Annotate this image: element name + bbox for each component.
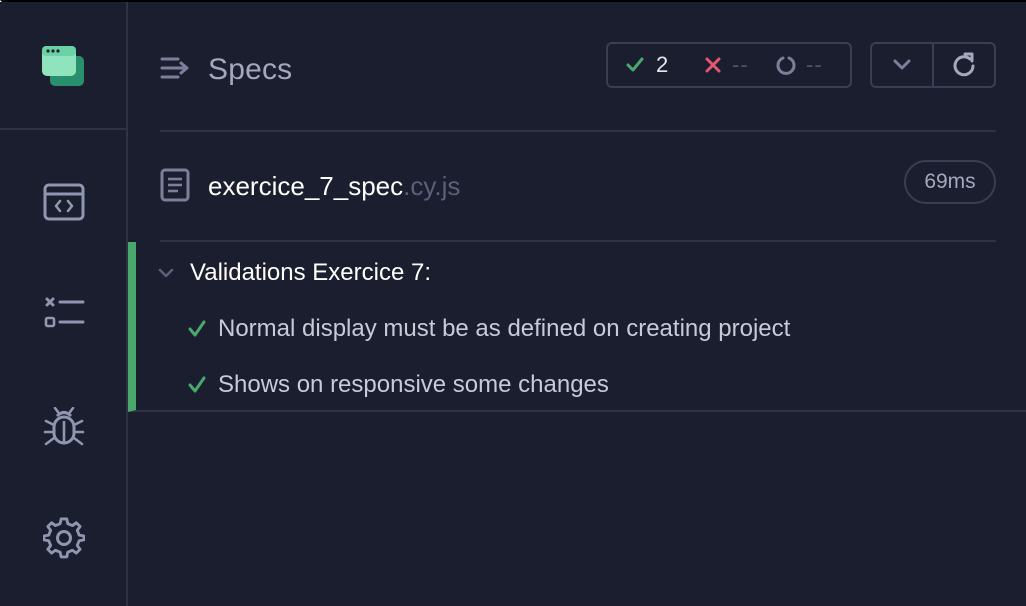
test-item[interactable]: Normal display must be as defined on cre… (188, 312, 790, 346)
spinner-icon (776, 56, 796, 75)
refresh-icon (953, 52, 975, 77)
test-stats: 2 -- -- (606, 42, 852, 88)
header-divider (160, 130, 996, 132)
sidebar-item-runs[interactable] (38, 288, 90, 340)
page-title: Specs (208, 53, 293, 86)
gear-icon (43, 517, 85, 559)
document-icon (160, 168, 190, 202)
passed-stat: 2 (626, 44, 668, 86)
test-item[interactable]: Shows on responsive some changes (188, 368, 609, 402)
check-icon (188, 376, 206, 393)
suite-title: Validations Exercice 7: (190, 259, 432, 286)
test-suite: Validations Exercice 7: Normal display m… (128, 242, 1026, 412)
test-list-icon (44, 297, 85, 328)
sidebar-item-settings[interactable] (38, 512, 90, 564)
pending-stat: -- (776, 44, 823, 86)
spec-file-extension: .cy.js (403, 171, 461, 201)
passed-count: 2 (656, 52, 669, 77)
check-icon (626, 57, 644, 72)
duration-badge: 69ms (904, 160, 996, 204)
failed-count: -- (732, 52, 749, 77)
sidebar-logo-area (0, 2, 126, 130)
code-browser-icon (43, 183, 85, 221)
chevron-down-icon (893, 59, 911, 70)
suite-header[interactable]: Validations Exercice 7: (158, 256, 431, 290)
check-icon (188, 320, 206, 337)
test-title: Normal display must be as defined on cre… (218, 315, 791, 342)
specs-header: Specs 2 -- -- (160, 42, 996, 92)
failed-stat: -- (704, 44, 749, 86)
spec-file-base: exercice_7_spec (208, 171, 404, 201)
sidebar-item-specs[interactable] (38, 176, 90, 228)
rerun-button[interactable] (934, 44, 994, 86)
chevron-down-icon (158, 268, 174, 278)
x-icon (705, 57, 721, 73)
spec-file-row[interactable]: exercice_7_spec.cy.js 69ms (160, 160, 996, 210)
cypress-runner-app: Specs 2 -- -- exercice_7_spec.cy.js 69ms… (0, 0, 1026, 606)
pending-count: -- (806, 52, 823, 77)
expand-collapse-button[interactable] (872, 44, 932, 86)
cypress-logo-icon[interactable] (42, 46, 86, 88)
sidebar-item-debug[interactable] (38, 402, 90, 454)
main-panel: Specs 2 -- -- exercice_7_spec.cy.js 69ms… (128, 2, 1026, 606)
collapse-specs-icon[interactable] (160, 54, 192, 82)
test-title: Shows on responsive some changes (218, 371, 609, 398)
bug-icon (43, 407, 85, 446)
header-actions (870, 42, 996, 88)
spec-file-name: exercice_7_spec.cy.js (208, 170, 460, 202)
sidebar (0, 2, 128, 606)
